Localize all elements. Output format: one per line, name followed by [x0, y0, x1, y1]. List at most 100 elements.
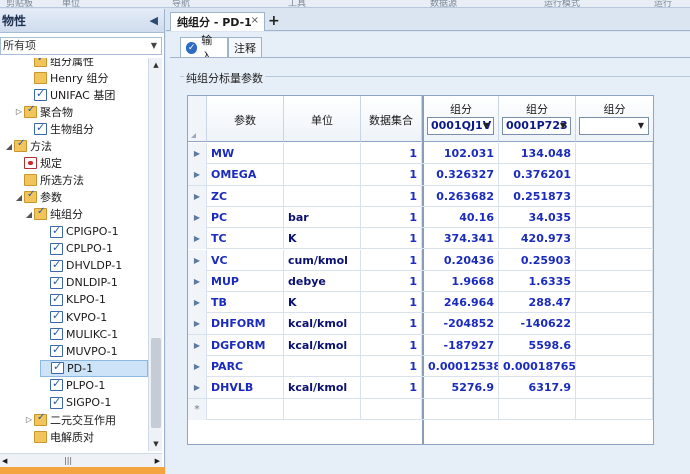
- tree-item[interactable]: DNLDIP-1: [40, 274, 118, 291]
- table-row[interactable]: ▶ DGFORM kcal/kmol 1 -187927 5598.6: [188, 334, 653, 356]
- cell-param[interactable]: DGFORM: [207, 334, 284, 356]
- cell-c1[interactable]: -204852: [424, 313, 499, 335]
- tree-item[interactable]: MULIKC-1: [40, 326, 118, 343]
- cell-param[interactable]: PARC: [207, 356, 284, 377]
- cell-param[interactable]: OMEGA: [207, 164, 284, 186]
- cell-c1[interactable]: 40.16: [424, 206, 499, 228]
- row-selector-icon[interactable]: ▶: [188, 356, 207, 377]
- row-selector-icon[interactable]: ▶: [188, 334, 207, 356]
- cell-param[interactable]: MW: [207, 143, 284, 164]
- cell-c2[interactable]: [499, 398, 576, 420]
- cell-c2[interactable]: 0.376201: [499, 164, 576, 186]
- cell-unit[interactable]: bar: [284, 206, 361, 228]
- tree-item[interactable]: ▷ 二元交互作用: [24, 411, 116, 428]
- tree-item[interactable]: DHVLDP-1: [40, 257, 122, 274]
- cell-dataset[interactable]: 1: [361, 270, 422, 292]
- table-row[interactable]: ▶ DHVLB kcal/kmol 1 5276.9 6317.9: [188, 377, 653, 399]
- expand-toggle-icon[interactable]: ◢: [24, 210, 34, 219]
- cell-param[interactable]: [207, 398, 284, 420]
- cell-dataset[interactable]: 1: [361, 185, 422, 207]
- table-row[interactable]: ▶ VC cum/kmol 1 0.20436 0.25903: [188, 249, 653, 271]
- cell-param[interactable]: DHFORM: [207, 313, 284, 335]
- cell-c2[interactable]: 0.25903: [499, 249, 576, 271]
- expand-toggle-icon[interactable]: ▷: [24, 415, 34, 424]
- cell-c3[interactable]: [576, 164, 653, 186]
- tab-input[interactable]: ✓ 输入: [180, 34, 228, 63]
- cell-dataset[interactable]: 1: [361, 206, 422, 228]
- tree-item[interactable]: UNIFAC 基团: [24, 86, 115, 103]
- cell-param[interactable]: PC: [207, 206, 284, 228]
- collapse-panel-icon[interactable]: ◀: [150, 14, 158, 27]
- cell-c3[interactable]: [576, 228, 653, 250]
- cell-c3[interactable]: [576, 249, 653, 271]
- tree-item[interactable]: KVPO-1: [40, 309, 107, 326]
- close-tab-icon[interactable]: ×: [251, 15, 259, 26]
- cell-unit[interactable]: [284, 398, 361, 420]
- row-selector-icon[interactable]: ▶: [188, 377, 207, 399]
- cell-c3[interactable]: [576, 377, 653, 399]
- new-row[interactable]: *: [188, 398, 653, 420]
- row-selector-icon[interactable]: ▶: [188, 292, 207, 314]
- cell-dataset[interactable]: 1: [361, 313, 422, 335]
- cell-unit[interactable]: K: [284, 292, 361, 314]
- cell-unit[interactable]: kcal/kmol: [284, 313, 361, 335]
- table-row[interactable]: ▶ ZC 1 0.263682 0.251873: [188, 185, 653, 207]
- cell-unit[interactable]: kcal/kmol: [284, 334, 361, 356]
- tab-pure-component-pd1[interactable]: 纯组分 - PD-1 ×: [170, 12, 265, 31]
- cell-c2[interactable]: 420.973: [499, 228, 576, 250]
- cell-c3[interactable]: [576, 185, 653, 207]
- cell-c1[interactable]: 246.964: [424, 292, 499, 314]
- table-row[interactable]: ▶ MUP debye 1 1.9668 1.6335: [188, 270, 653, 293]
- cell-c3[interactable]: [576, 313, 653, 335]
- cell-c2[interactable]: 0.000187655: [499, 356, 576, 377]
- cell-c1[interactable]: 0.326327: [424, 164, 499, 186]
- cell-unit[interactable]: [284, 143, 361, 164]
- cell-c3[interactable]: [576, 206, 653, 228]
- header-parameter[interactable]: 参数: [207, 96, 284, 142]
- cell-c2[interactable]: 134.048: [499, 143, 576, 164]
- expand-toggle-icon[interactable]: ▷: [14, 107, 24, 116]
- cell-unit[interactable]: K: [284, 228, 361, 250]
- cell-c3[interactable]: [576, 334, 653, 356]
- cell-unit[interactable]: kcal/kmol: [284, 377, 361, 399]
- cell-c2[interactable]: 34.035: [499, 206, 576, 228]
- cell-c3[interactable]: [576, 356, 653, 377]
- grid-corner[interactable]: [188, 96, 207, 142]
- cell-c3[interactable]: [576, 292, 653, 314]
- tree-item[interactable]: 规定: [14, 155, 62, 172]
- tree-item[interactable]: 电解质对: [24, 428, 94, 445]
- expand-toggle-icon[interactable]: ◢: [14, 193, 24, 202]
- tree-item[interactable]: KLPO-1: [40, 291, 106, 308]
- header-unit[interactable]: 单位: [284, 96, 361, 142]
- cell-dataset[interactable]: 1: [361, 228, 422, 250]
- scroll-grip-icon[interactable]: |||: [64, 456, 72, 465]
- cell-unit[interactable]: cum/kmol: [284, 249, 361, 271]
- tree-item[interactable]: ◢ 纯组分: [24, 206, 83, 223]
- table-row[interactable]: ▶ PC bar 1 40.16 34.035: [188, 206, 653, 229]
- cell-c1[interactable]: 0.20436: [424, 249, 499, 271]
- tree-vertical-scrollbar[interactable]: ▲ ▼: [148, 58, 162, 451]
- row-selector-icon[interactable]: ▶: [188, 143, 207, 164]
- cell-unit[interactable]: [284, 356, 361, 377]
- table-row[interactable]: ▶ MW 1 102.031 134.048: [188, 143, 653, 165]
- row-selector-icon[interactable]: ▶: [188, 164, 207, 186]
- row-selector-icon[interactable]: ▶: [188, 206, 207, 228]
- cell-unit[interactable]: [284, 164, 361, 186]
- cell-dataset[interactable]: 1: [361, 292, 422, 314]
- cell-dataset[interactable]: 1: [361, 249, 422, 271]
- cell-dataset[interactable]: 1: [361, 164, 422, 186]
- cell-c2[interactable]: 6317.9: [499, 377, 576, 399]
- cell-c3[interactable]: [576, 398, 653, 420]
- cell-c1[interactable]: 5276.9: [424, 377, 499, 399]
- cell-dataset[interactable]: 1: [361, 377, 422, 399]
- row-selector-icon[interactable]: ▶: [188, 228, 207, 250]
- row-selector-icon[interactable]: ▶: [188, 270, 207, 292]
- tree-item[interactable]: 组分属性: [24, 58, 94, 69]
- cell-c2[interactable]: -140622: [499, 313, 576, 335]
- cell-c1[interactable]: 374.341: [424, 228, 499, 250]
- cell-c1[interactable]: 1.9668: [424, 270, 499, 292]
- expand-toggle-icon[interactable]: ◢: [4, 142, 14, 151]
- tab-comments[interactable]: 注释: [228, 37, 262, 57]
- cell-param[interactable]: DHVLB: [207, 377, 284, 399]
- table-row[interactable]: ▶ TC K 1 374.341 420.973: [188, 228, 653, 250]
